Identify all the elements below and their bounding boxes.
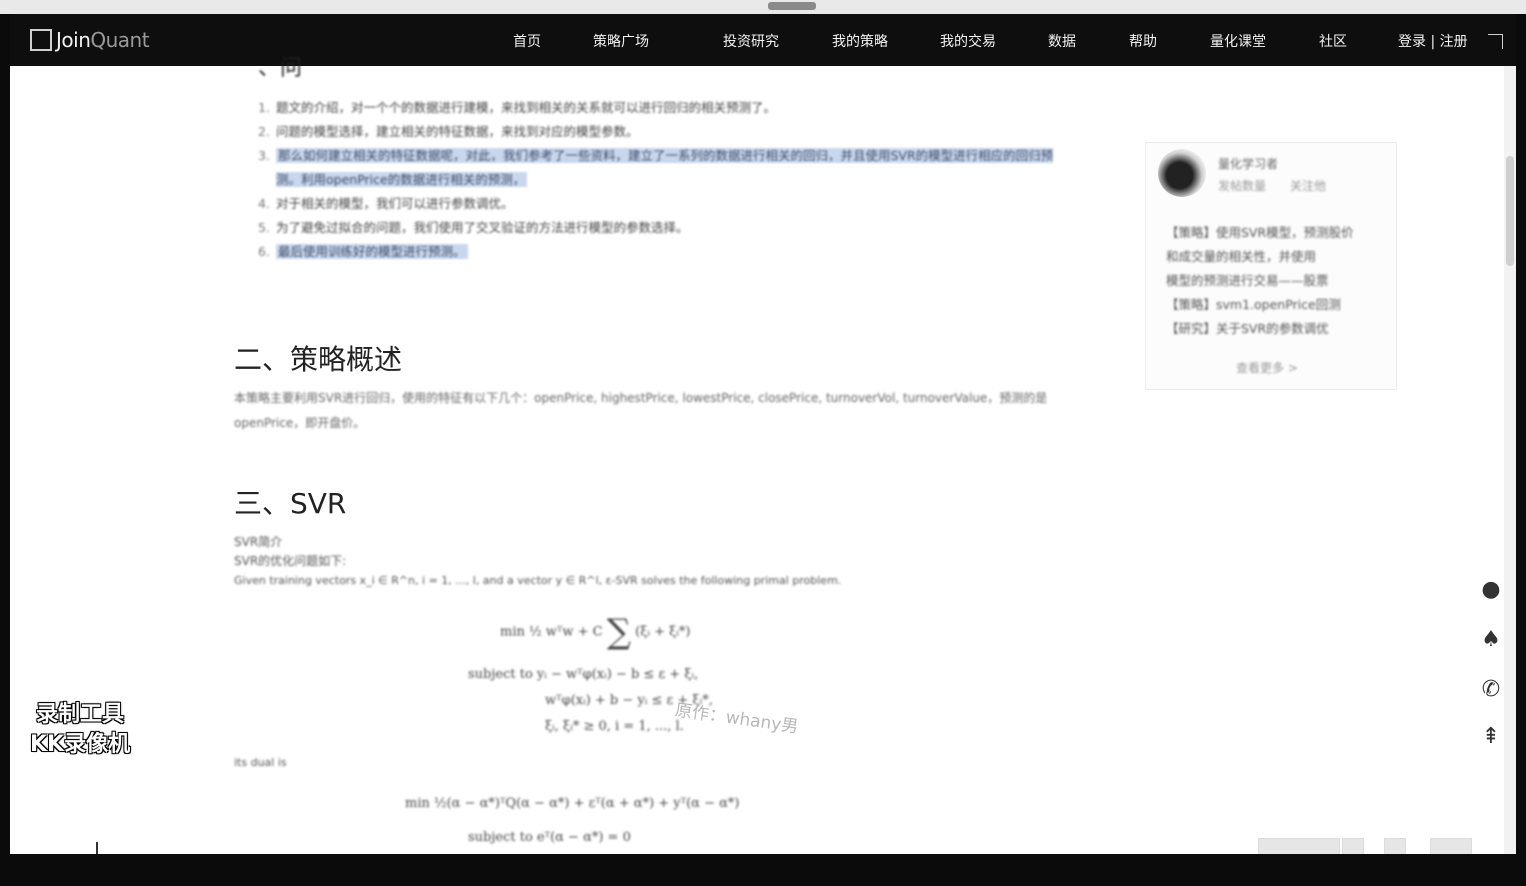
browser-tab[interactable] bbox=[768, 2, 816, 10]
svr-intro: SVR简介 SVR的优化问题如下: Given training vectors… bbox=[234, 533, 841, 590]
scrollbar-thumb[interactable] bbox=[1506, 156, 1514, 266]
list-item: 6. 最后使用训练好的模型进行预测。 bbox=[258, 244, 468, 259]
dual-constraint: subject to eᵀ(α − α*) = 0 bbox=[468, 830, 631, 845]
qq-icon[interactable]: ♠ bbox=[1476, 625, 1506, 655]
section3-title: 三、SVR bbox=[234, 487, 347, 520]
constraint-1: subject to yᵢ − wᵀφ(xᵢ) − b ≤ ε + ξᵢ, bbox=[468, 667, 699, 682]
author-post-link[interactable]: 和成交量的相关性，并使用 bbox=[1166, 245, 1381, 269]
dual-label: its dual is bbox=[234, 756, 287, 769]
text-cursor bbox=[96, 842, 98, 854]
nav-item-community[interactable]: 社区 bbox=[1319, 31, 1347, 51]
list-item: 2. 问题的模型选择，建立相关的特征数据，来找到对应的模型参数。 bbox=[258, 124, 639, 139]
site-logo[interactable]: JoinQuant bbox=[30, 28, 150, 52]
view-more-link[interactable]: 查看更多 > bbox=[1236, 359, 1298, 376]
author-meta: 发帖数量 关注他 bbox=[1218, 179, 1327, 193]
auth-separator: | bbox=[1430, 34, 1436, 50]
author-post-link[interactable]: 模型的预测进行交易——股票 bbox=[1166, 269, 1381, 293]
article-list: 1. 题文的介绍，对一个个的数据进行建模，来找到相关的关系就可以进行回归的相关预测… bbox=[258, 96, 1078, 264]
constraint-3: ξᵢ, ξᵢ* ≥ 0, i = 1, ..., l. bbox=[545, 719, 684, 734]
author-post-link[interactable]: 【策略】使用SVR模型，预测股价 bbox=[1166, 221, 1381, 245]
svr-line: SVR简介 bbox=[234, 535, 283, 549]
nav-item-strategy-square[interactable]: 策略广场 bbox=[593, 31, 649, 51]
summation-icon: ∑ bbox=[606, 612, 631, 652]
auth-links: 登录 | 注册 bbox=[1398, 31, 1468, 51]
author-card: 量化学习者 发帖数量 关注他 【策略】使用SVR模型，预测股价 和成交量的相关性… bbox=[1145, 142, 1397, 390]
nav-item-my-strategy[interactable]: 我的策略 bbox=[832, 31, 888, 51]
dual-formula: min ½(α − α*)ᵀQ(α − α*) + εᵀ(α + α*) + y… bbox=[405, 796, 740, 811]
video-bottom-bar bbox=[0, 854, 1526, 886]
list-item: 4. 对于相关的模型，我们可以进行参数调优。 bbox=[258, 196, 514, 211]
phone-icon[interactable]: ✆ bbox=[1476, 675, 1506, 705]
recorder-watermark: 录制工具 KK录像机 bbox=[30, 702, 131, 757]
author-posts: 【策略】使用SVR模型，预测股价 和成交量的相关性，并使用 模型的预测进行交易—… bbox=[1166, 221, 1381, 341]
follow-button[interactable]: 关注他 bbox=[1290, 179, 1326, 193]
top-navbar: JoinQuant 首页 策略广场 投资研究 我的策略 我的交易 数据 帮助 量… bbox=[10, 14, 1516, 66]
nav-item-quant-class[interactable]: 量化课堂 bbox=[1210, 31, 1266, 51]
logo-icon bbox=[30, 29, 52, 51]
nav-item-my-trading[interactable]: 我的交易 bbox=[940, 31, 996, 51]
author-post-link[interactable]: 【研究】关于SVR的参数调优 bbox=[1166, 317, 1381, 341]
wechat-icon[interactable]: ● bbox=[1476, 575, 1506, 605]
list-item: 1. 题文的介绍，对一个个的数据进行建模，来找到相关的关系就可以进行回归的相关预测… bbox=[258, 100, 777, 115]
login-link[interactable]: 登录 bbox=[1398, 34, 1426, 50]
section1-title-partial: 、问 bbox=[258, 56, 303, 81]
list-item: 3. 那么如何建立相关的特征数据呢，对此，我们参考了一些资料，建立了一系列的数据进… bbox=[258, 148, 1054, 187]
avatar[interactable] bbox=[1158, 149, 1206, 197]
author-name[interactable]: 量化学习者 bbox=[1218, 155, 1278, 172]
primal-formula: min ½ wᵀw + C ∑ (ξᵢ + ξᵢ*) bbox=[500, 612, 691, 652]
logo-text: JoinQuant bbox=[56, 28, 150, 52]
corner-bracket-icon bbox=[1488, 34, 1503, 49]
svr-line: SVR的优化问题如下: bbox=[234, 554, 347, 568]
section2-paragraph: 本策略主要利用SVR进行回归，使用的特征有以下几个：openPrice, hig… bbox=[234, 391, 1048, 430]
svr-line: Given training vectors x_i ∈ R^n, i = 1,… bbox=[234, 574, 842, 587]
section2-title: 二、策略概述 bbox=[234, 343, 403, 376]
list-item: 5. 为了避免过拟合的问题，我们使用了交叉验证的方法进行模型的参数选择。 bbox=[258, 220, 689, 235]
nav-item-research[interactable]: 投资研究 bbox=[723, 31, 779, 51]
author-post-link[interactable]: 【策略】svm1.openPrice回测 bbox=[1166, 293, 1381, 317]
nav-item-help[interactable]: 帮助 bbox=[1129, 31, 1157, 51]
back-to-top-icon[interactable]: ⇞ bbox=[1476, 722, 1506, 752]
nav-item-home[interactable]: 首页 bbox=[513, 31, 541, 51]
nav-item-data[interactable]: 数据 bbox=[1048, 31, 1076, 51]
browser-tab-strip bbox=[0, 0, 1526, 14]
register-link[interactable]: 注册 bbox=[1440, 34, 1468, 50]
